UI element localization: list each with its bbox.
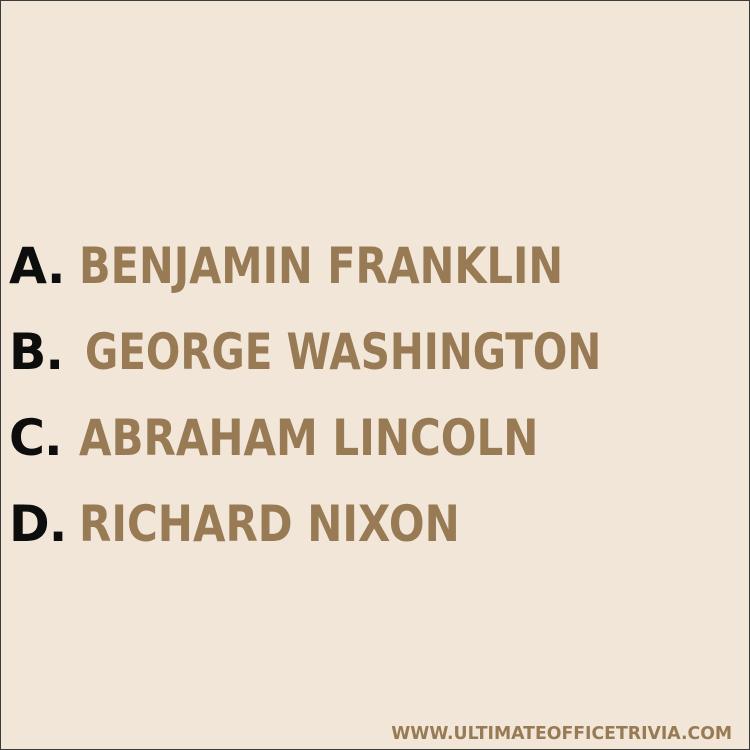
- option-letter: A.: [9, 237, 65, 295]
- option-text: GEORGE WASHINGTON: [85, 323, 602, 381]
- option-d: D. RICHARD NIXON: [9, 481, 744, 567]
- option-text: BENJAMIN FRANKLIN: [79, 237, 564, 295]
- option-letter: D.: [9, 495, 67, 553]
- option-a: A. BENJAMIN FRANKLIN: [9, 223, 744, 309]
- answer-options: A. BENJAMIN FRANKLIN B. GEORGE WASHINGTO…: [9, 223, 744, 567]
- option-letter: B.: [9, 323, 64, 381]
- option-b: B. GEORGE WASHINGTON: [9, 309, 744, 395]
- option-text: ABRAHAM LINCOLN: [79, 409, 539, 467]
- website-url: WWW.ULTIMATEOFFICETRIVIA.COM: [391, 723, 732, 744]
- option-c: C. ABRAHAM LINCOLN: [9, 395, 744, 481]
- trivia-card: A. BENJAMIN FRANKLIN B. GEORGE WASHINGTO…: [0, 0, 750, 750]
- option-text: RICHARD NIXON: [79, 495, 460, 553]
- option-letter: C.: [9, 409, 63, 467]
